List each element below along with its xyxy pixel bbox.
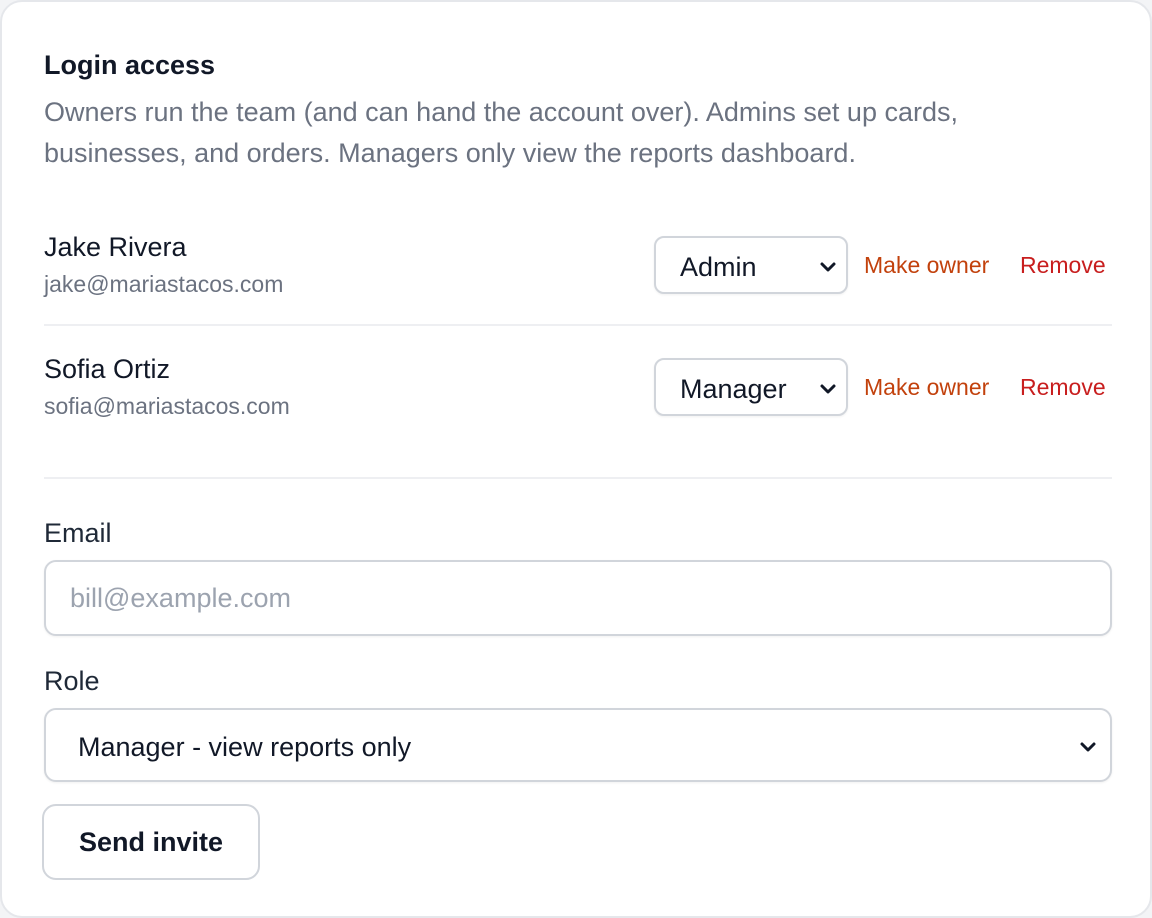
login-access-card: Login access Owners run the team (and ca… (0, 0, 1152, 918)
make-owner-link[interactable]: Make owner (864, 372, 989, 402)
remove-link[interactable]: Remove (1020, 250, 1106, 280)
section-description: Owners run the team (and can hand the ac… (44, 97, 958, 168)
member-email: sofia@mariastacos.com (44, 393, 290, 419)
member-name: Jake Rivera (44, 232, 187, 262)
member-role-select[interactable]: Manager (654, 358, 848, 416)
member-row: Sofia Ortiz sofia@mariastacos.com Manage… (44, 328, 1112, 448)
member-role-value: Admin (680, 252, 757, 282)
role-select-value: Manager - view reports only (78, 732, 412, 762)
chevron-down-icon (820, 262, 836, 272)
section-divider (44, 477, 1112, 479)
section-title: Login access (44, 50, 216, 80)
member-role-value: Manager (680, 374, 787, 404)
member-name: Sofia Ortiz (44, 354, 171, 384)
role-label: Role (44, 666, 100, 696)
chevron-down-icon (820, 384, 836, 394)
member-row: Jake Rivera jake@mariastacos.com Admin M… (44, 206, 1112, 326)
member-email: jake@mariastacos.com (44, 271, 284, 297)
member-role-select[interactable]: Admin (654, 236, 848, 294)
send-invite-button[interactable]: Send invite (42, 804, 260, 880)
email-label: Email (44, 518, 112, 548)
email-field[interactable] (44, 560, 1112, 636)
make-owner-link[interactable]: Make owner (864, 250, 989, 280)
role-select[interactable]: Manager - view reports only (44, 708, 1112, 782)
chevron-down-icon (1080, 742, 1096, 752)
remove-link[interactable]: Remove (1020, 372, 1106, 402)
